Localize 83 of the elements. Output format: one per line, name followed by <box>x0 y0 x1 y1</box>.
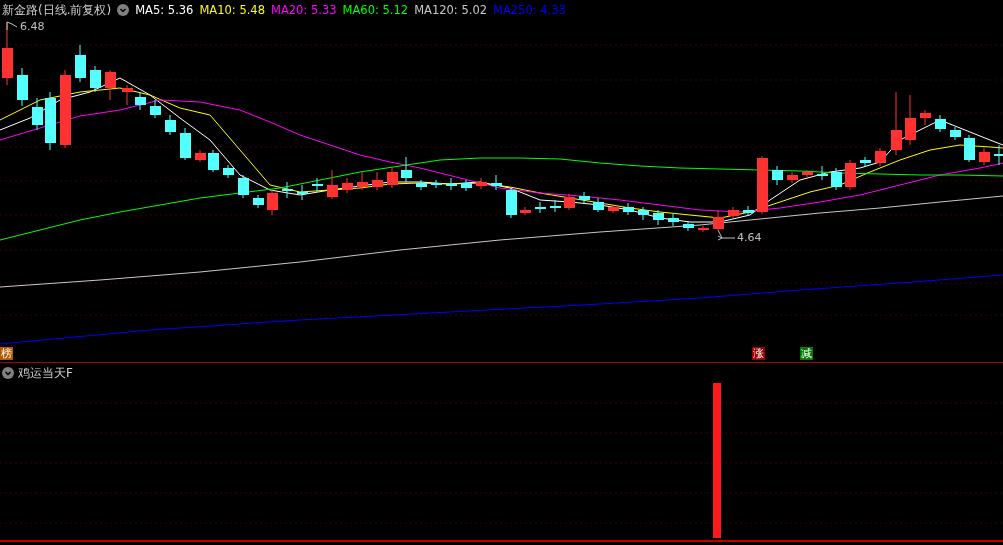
candlestick <box>772 165 783 186</box>
moving-average-reading: MA5: 5.36 <box>135 3 194 17</box>
candlestick <box>105 69 116 101</box>
moving-average-reading: MA120: 5.02 <box>414 3 487 17</box>
candlestick <box>165 114 176 136</box>
candlestick <box>653 209 664 226</box>
candlestick <box>32 97 43 131</box>
candlestick <box>979 147 990 166</box>
candlestick <box>743 205 754 217</box>
leader-line <box>717 229 736 241</box>
candlestick <box>757 155 768 215</box>
candlestick <box>238 174 249 199</box>
candlestick <box>506 187 517 219</box>
candlestick <box>135 91 146 111</box>
candlestick <box>223 164 234 179</box>
candlestick <box>668 213 679 227</box>
candlestick <box>491 174 502 191</box>
moving-average-reading: MA60: 5.12 <box>342 3 409 17</box>
dropdown-icon[interactable] <box>2 367 14 379</box>
candlestick <box>608 203 619 214</box>
candlestick <box>994 144 1003 166</box>
candlestick <box>208 149 219 173</box>
candlestick <box>593 197 604 213</box>
moving-average-reading: MA250: 4.33 <box>493 3 566 17</box>
candlestick <box>75 44 86 83</box>
candlestick <box>253 194 264 209</box>
candlestick <box>387 167 398 189</box>
candlestick <box>860 156 871 167</box>
candlestick <box>623 202 634 216</box>
leader-line <box>6 21 18 31</box>
candlestick <box>282 181 293 199</box>
candlestick <box>817 165 828 181</box>
candlestick <box>431 179 442 189</box>
candlestick <box>122 84 133 106</box>
candlestick <box>195 149 206 163</box>
candlestick <box>520 206 531 216</box>
candlestick <box>728 206 739 219</box>
candlestick <box>935 114 946 133</box>
candlestick <box>416 179 427 191</box>
candlestick <box>698 225 709 233</box>
candlestick <box>446 177 457 191</box>
candlestick <box>564 193 575 211</box>
candlestick <box>180 127 191 161</box>
candlestick <box>875 147 886 167</box>
candlestick <box>90 65 101 93</box>
candlestick <box>802 169 813 179</box>
candlestick <box>579 191 590 205</box>
candlestick <box>297 184 308 201</box>
candlestick <box>550 199 561 213</box>
candlestick <box>905 94 916 146</box>
signal-tag: 减 <box>800 347 813 360</box>
candlestick <box>45 91 56 151</box>
candlestick <box>401 156 412 183</box>
candlestick <box>17 67 28 107</box>
signal-tag: 榜 <box>0 347 13 360</box>
candlestick <box>535 201 546 214</box>
candlestick <box>964 134 975 163</box>
candlestick <box>372 171 383 191</box>
indicator-title: 鸡运当天F <box>18 364 73 382</box>
candlestick <box>920 109 931 126</box>
candlestick <box>267 189 278 216</box>
candlestick <box>461 179 472 192</box>
moving-average-reading: MA20: 5.33 <box>271 3 337 17</box>
candlestick <box>831 167 842 191</box>
moving-average-reading: MA10: 5.48 <box>199 3 265 17</box>
candlestick <box>787 171 798 184</box>
candlestick <box>845 159 856 191</box>
candlestick <box>638 206 649 221</box>
candlestick <box>357 171 368 191</box>
signal-tag: 涨 <box>752 347 765 360</box>
chart-title: 新金路(日线.前复权) <box>2 1 112 19</box>
candlestick <box>476 177 487 190</box>
candlestick <box>713 209 724 231</box>
candlestick <box>150 99 161 119</box>
dropdown-icon[interactable] <box>117 4 130 16</box>
candlestick <box>950 126 961 141</box>
candlestick <box>342 177 353 194</box>
candlestick <box>327 169 338 200</box>
candlestick <box>891 91 902 156</box>
candlestick <box>312 177 323 193</box>
candlestick <box>683 220 694 232</box>
low-price-label: 4.64 <box>737 231 762 244</box>
high-price-label: 6.48 <box>20 20 45 33</box>
